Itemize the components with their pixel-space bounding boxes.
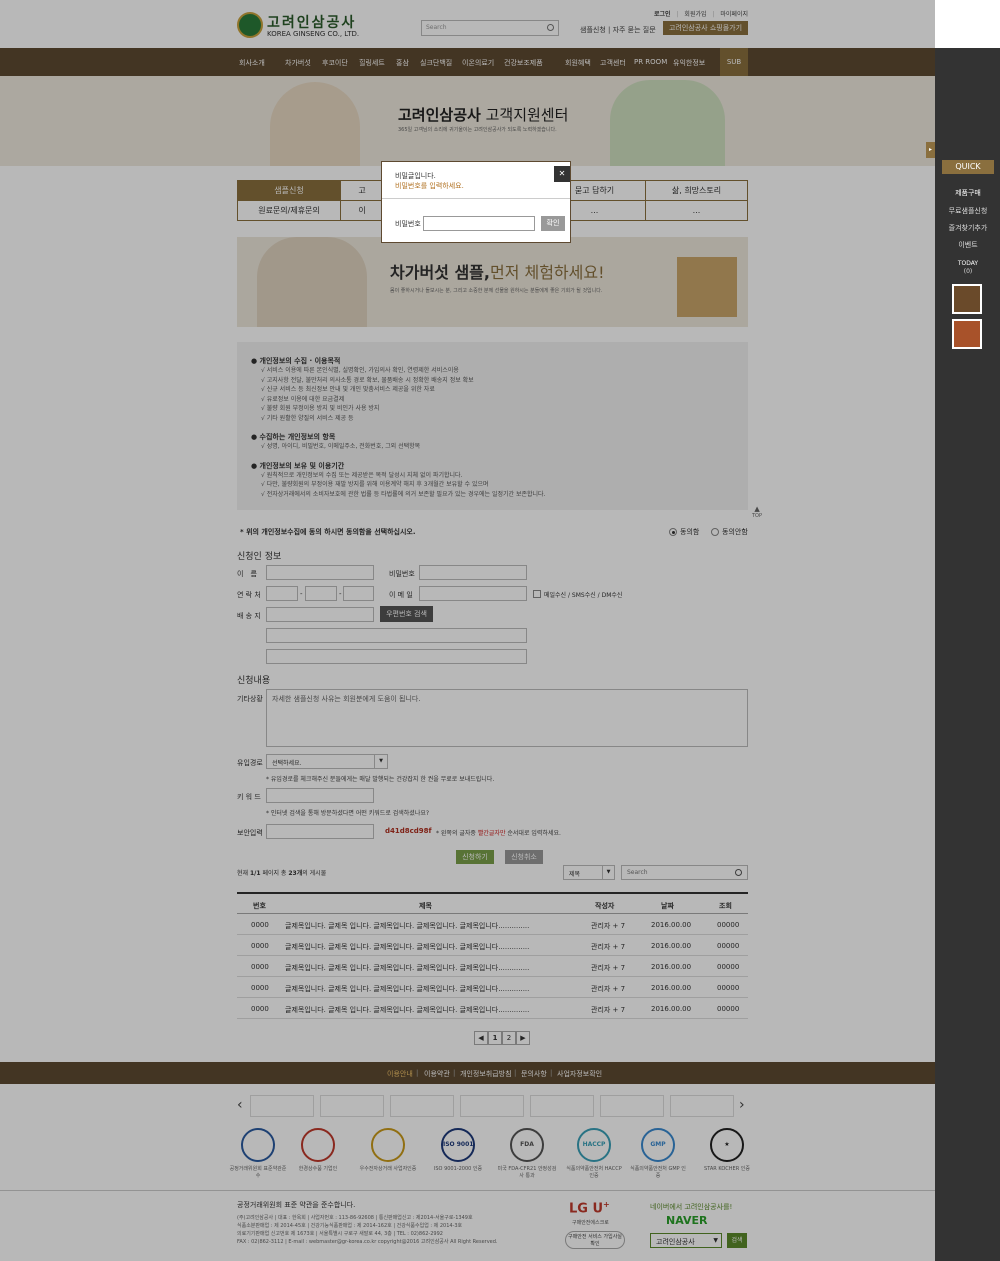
dim-overlay[interactable] (0, 48, 935, 76)
modal-subtitle: 비밀번호를 입력하세요. (395, 182, 464, 190)
quick-item-purchase[interactable]: 제품구매 (942, 188, 994, 198)
modal-confirm-button[interactable]: 확인 (541, 216, 565, 231)
quick-toggle-icon[interactable]: ▸ (926, 142, 935, 158)
close-icon[interactable]: ✕ (554, 166, 570, 182)
quick-item-sample[interactable]: 무료샘플신청 (942, 206, 994, 216)
recent-product-thumb[interactable] (952, 284, 982, 314)
dim-overlay[interactable] (0, 76, 935, 1261)
recent-product-thumb[interactable] (952, 319, 982, 349)
quick-item-bookmark[interactable]: 즐겨찾기추가 (942, 223, 994, 233)
quick-title: QUICK (942, 160, 994, 174)
today-label: TODAY (957, 260, 979, 267)
quick-item-event[interactable]: 이벤트 (942, 240, 994, 250)
modal-divider (382, 198, 570, 199)
modal-password-label: 비밀번호 (395, 220, 421, 228)
dim-overlay[interactable] (0, 0, 935, 48)
password-modal: 비밀글입니다. 비밀번호를 입력하세요. ✕ 비밀번호 확인 (381, 161, 571, 243)
modal-title: 비밀글입니다. (395, 172, 436, 180)
modal-password-input[interactable] (423, 216, 535, 231)
today-count: (0) (963, 268, 973, 275)
